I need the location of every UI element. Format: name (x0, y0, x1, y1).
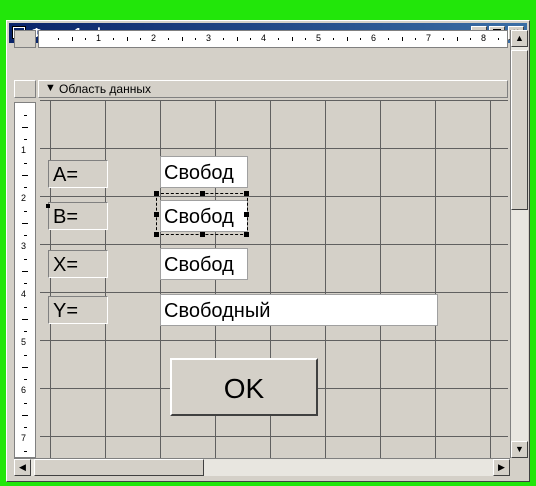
ruler-tick (387, 38, 389, 40)
label-b[interactable]: B= (48, 202, 108, 230)
resize-handle[interactable] (154, 232, 159, 237)
ruler-number: 7 (21, 433, 27, 443)
ruler-tick (24, 187, 27, 188)
ruler-number: 4 (261, 33, 267, 43)
ruler-tick (22, 367, 28, 368)
vertical-scroll-thumb[interactable] (511, 50, 528, 210)
resize-handle[interactable] (244, 191, 249, 196)
resize-handle[interactable] (244, 212, 249, 217)
ruler-tick (24, 331, 27, 332)
ruler-number: 2 (21, 193, 27, 203)
ruler-corner[interactable] (14, 30, 36, 48)
ruler-tick (236, 37, 238, 41)
resize-handle[interactable] (200, 191, 205, 196)
ruler-tick (360, 38, 362, 40)
ruler-tick (277, 38, 279, 40)
ruler-tick (71, 37, 73, 41)
ruler-tick (22, 175, 28, 176)
ruler-tick (22, 127, 28, 128)
resize-handle[interactable] (154, 212, 159, 217)
horizontal-scrollbar[interactable]: ◀ ▶ (14, 458, 510, 476)
ruler-tick (24, 427, 27, 428)
ruler-tick (24, 355, 27, 356)
ruler-tick (222, 38, 224, 40)
ruler-tick (24, 307, 27, 308)
section-label: Область данных (59, 82, 151, 96)
ruler-number: 6 (371, 33, 377, 43)
ruler-tick (167, 38, 169, 40)
ruler-number: 3 (206, 33, 212, 43)
ruler-tick (112, 38, 114, 40)
textbox-a[interactable]: Свобод (160, 156, 248, 188)
section-selector[interactable] (14, 80, 36, 98)
ruler-number: 1 (21, 145, 27, 155)
ruler-tick (497, 38, 499, 40)
ruler-number: 4 (21, 289, 27, 299)
vertical-scrollbar[interactable]: ▲ ▼ (510, 30, 528, 458)
ruler-tick (24, 163, 27, 164)
section-header-detail[interactable]: ▼ Область данных (38, 80, 508, 98)
ruler-tick (291, 37, 293, 41)
ruler-tick (401, 37, 403, 41)
scroll-up-arrow-icon[interactable]: ▲ (511, 30, 528, 47)
ruler-tick (470, 38, 472, 40)
label-a[interactable]: A= (48, 160, 108, 188)
ruler-tick (24, 283, 27, 284)
ruler-tick (24, 235, 27, 236)
label-x[interactable]: X= (48, 250, 108, 278)
ruler-tick (140, 38, 142, 40)
section-arrow-icon: ▼ (45, 82, 56, 94)
resize-handle[interactable] (200, 232, 205, 237)
ruler-tick (22, 271, 28, 272)
ruler-number: 8 (481, 33, 487, 43)
textbox-x[interactable]: Свобод (160, 248, 248, 280)
move-handle[interactable] (46, 204, 50, 208)
scroll-left-arrow-icon[interactable]: ◀ (14, 459, 31, 476)
horizontal-ruler: 1 2 3 4 5 6 7 8 (38, 30, 508, 48)
ruler-tick (24, 451, 27, 452)
ruler-tick (181, 37, 183, 41)
ruler-number: 1 (96, 33, 102, 43)
ruler-tick (24, 259, 27, 260)
ruler-tick (305, 38, 307, 40)
textbox-b[interactable]: Свобод (160, 200, 248, 232)
textbox-y[interactable]: Свободный (160, 294, 438, 326)
resize-handle[interactable] (154, 191, 159, 196)
design-grid[interactable]: A= Свобод B= Свобод X= Свобод Y= Свободн… (40, 100, 508, 460)
ruler-tick (22, 223, 28, 224)
resize-handle[interactable] (244, 232, 249, 237)
ruler-tick (24, 139, 27, 140)
ruler-number: 5 (316, 33, 322, 43)
ruler-number: 3 (21, 241, 27, 251)
ruler-tick (22, 319, 28, 320)
horizontal-scroll-thumb[interactable] (34, 459, 204, 476)
ruler-tick (346, 37, 348, 41)
ruler-number: 7 (426, 33, 432, 43)
ruler-tick (24, 403, 27, 404)
ruler-tick (24, 115, 27, 116)
ruler-tick (332, 38, 334, 40)
ruler-tick (250, 38, 252, 40)
ruler-number: 6 (21, 385, 27, 395)
ruler-tick (126, 37, 128, 41)
ruler-tick (24, 379, 27, 380)
ruler-tick (24, 211, 27, 212)
vertical-ruler: 1 2 3 4 5 6 7 (14, 102, 36, 458)
ruler-tick (22, 415, 28, 416)
ruler-tick (85, 38, 87, 40)
scroll-down-arrow-icon[interactable]: ▼ (511, 441, 528, 458)
ruler-number: 2 (151, 33, 157, 43)
ruler-tick (442, 38, 444, 40)
ruler-tick (195, 38, 197, 40)
ok-button[interactable]: OK (170, 358, 318, 416)
ruler-tick (415, 38, 417, 40)
ruler-tick (456, 37, 458, 41)
ruler-tick (57, 38, 59, 40)
scroll-right-arrow-icon[interactable]: ▶ (493, 459, 510, 476)
label-y[interactable]: Y= (48, 296, 108, 324)
ruler-number: 5 (21, 337, 27, 347)
